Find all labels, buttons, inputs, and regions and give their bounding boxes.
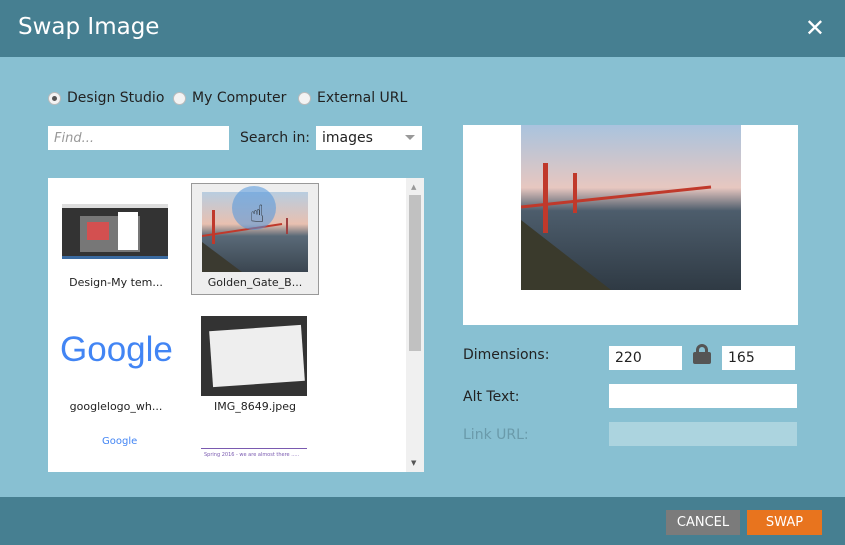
radio-label: External URL <box>317 90 408 106</box>
radio-design-studio[interactable]: Design Studio <box>48 90 164 106</box>
folder-value: images <box>322 130 373 146</box>
google-logo: Google <box>60 330 173 369</box>
scroll-up-icon[interactable]: ▲ <box>411 183 416 191</box>
thumbnail: ☝ <box>201 186 308 272</box>
thumbnail <box>62 204 168 259</box>
image-name: Design-My tem... <box>69 276 163 289</box>
image-item[interactable]: Design-My tem... <box>52 184 180 296</box>
scroll-down-icon[interactable]: ▼ <box>411 459 416 467</box>
image-name: IMG_8649.jpeg <box>213 400 297 413</box>
scrollbar[interactable]: ▲ ▼ <box>406 178 424 472</box>
thumbnail: Google <box>102 436 138 447</box>
folder-select[interactable]: images <box>316 126 422 150</box>
close-icon[interactable]: ✕ <box>805 14 825 42</box>
image-name: googlelogo_wh... <box>69 400 163 413</box>
image-list: Design-My tem... ☝ Golden_Gate_B... Goog… <box>48 178 424 472</box>
swap-button[interactable]: SWAP <box>747 510 822 535</box>
radio-my-computer[interactable]: My Computer <box>173 90 286 106</box>
radio-dot[interactable] <box>298 91 311 105</box>
cancel-button[interactable]: CANCEL <box>666 510 740 535</box>
thumbnail <box>201 316 307 396</box>
image-item[interactable]: Spring 2016 - we are almost there ..... <box>191 432 319 472</box>
link-url-input <box>609 422 797 446</box>
image-item[interactable]: Google googlelogo_wh... <box>52 308 180 420</box>
preview-image <box>521 125 741 290</box>
image-item[interactable]: Google <box>52 432 180 472</box>
link-url-label: Link URL: <box>463 427 529 443</box>
alt-text-label: Alt Text: <box>463 389 520 405</box>
lock-icon[interactable] <box>693 344 711 364</box>
radio-label: Design Studio <box>67 90 165 106</box>
image-name: Golden_Gate_B... <box>207 276 303 289</box>
image-item-selected[interactable]: ☝ Golden_Gate_B... <box>191 183 319 295</box>
chevron-down-icon <box>405 135 415 145</box>
dimensions-label: Dimensions: <box>463 347 550 363</box>
radio-dot[interactable] <box>48 91 61 105</box>
height-input[interactable]: 165 <box>722 346 795 370</box>
radio-external-url[interactable]: External URL <box>298 90 407 106</box>
search-in-label: Search in: <box>240 130 311 146</box>
thumbnail: Spring 2016 - we are almost there ..... <box>201 448 307 472</box>
scrollbar-thumb[interactable] <box>409 195 421 351</box>
dialog-footer: CANCEL SWAP <box>0 497 845 545</box>
find-input[interactable]: Find... <box>48 126 229 150</box>
dialog-header: Swap Image ✕ <box>0 0 845 57</box>
alt-text-input[interactable] <box>609 384 797 408</box>
radio-label: My Computer <box>192 90 287 106</box>
hand-cursor-icon: ☝ <box>250 200 265 228</box>
image-item[interactable]: IMG_8649.jpeg <box>191 308 319 420</box>
dialog-title: Swap Image <box>18 14 160 40</box>
width-input[interactable]: 220 <box>609 346 682 370</box>
image-preview <box>463 125 798 325</box>
radio-dot[interactable] <box>173 91 186 105</box>
